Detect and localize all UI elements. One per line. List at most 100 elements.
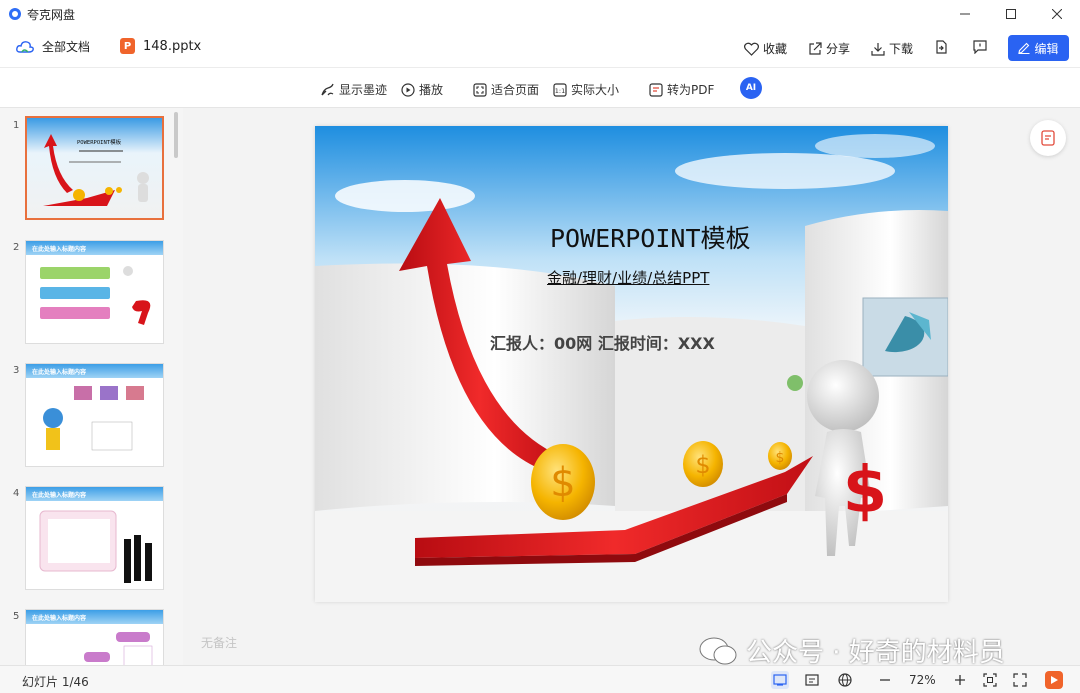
slide-subtitle: 金融/理财/业绩/总结PPT [547,269,710,287]
web-view-toggle[interactable] [836,671,854,689]
pdf-convert-icon [649,82,663,97]
comment-icon [973,40,987,54]
thumbnail-preview-4 [39,510,152,583]
zoom-in-button[interactable] [951,671,969,689]
notes-view-toggle[interactable] [803,671,821,689]
slide-title: POWERPOINT模板 [550,224,751,253]
play-label: 播放 [419,83,444,97]
favorite-label: 收藏 [763,42,788,56]
thumb-number: 3 [13,365,20,376]
slide-reporter-line: 汇报人：00网 汇报时间：XXX [490,334,715,353]
slide-artwork: $ $ $ $ [315,126,948,602]
thumb-number: 1 [13,120,20,131]
zoom-out-button[interactable] [876,671,894,689]
slide-notes[interactable]: 无备注 [201,634,237,651]
play-button[interactable]: 播放 [401,81,443,98]
plus-icon [955,675,965,685]
slideshow-play-button[interactable] [1045,671,1063,689]
heart-icon [744,42,759,56]
wechat-watermark: 公众号 · 好奇的材料员 [698,632,1005,669]
breadcrumb-root-label: 全部文档 [42,40,91,54]
fit-page-button[interactable]: 适合页面 [473,81,539,98]
status-bar: 幻灯片 1/46 72% [0,665,1080,693]
wechat-logo-icon [699,637,737,664]
thumbnail-preview-1: POWERPOINT模板 [27,118,162,218]
ai-assistant-button[interactable]: AI [740,77,762,99]
sync-document-icon [1041,130,1055,146]
slide-thumbnail-4[interactable]: 在此处输入标题内容 [25,486,164,590]
play-icon [401,82,415,97]
actual-size-icon: 1:1 [553,82,567,97]
share-button[interactable]: 分享 [808,40,850,57]
slide-thumbnail-2[interactable]: 在此处输入标题内容 [25,240,164,344]
thumbnail-preview-5 [84,632,153,665]
quark-logo-icon [9,8,21,20]
maximize-button[interactable] [988,0,1034,28]
thumb-number: 2 [13,242,20,253]
pencil-icon [1018,42,1030,54]
thumbnail-preview-3 [43,386,144,451]
actual-size-label: 实际大小 [571,83,620,97]
edit-label: 编辑 [1034,41,1059,56]
to-pdf-button[interactable]: 转为PDF [649,81,714,98]
slide-thumbnail-3[interactable]: 在此处输入标题内容 [25,363,164,467]
sidebar-scrollbar[interactable] [174,112,178,158]
slide-canvas: $ $ $ $ POWERPOINT模板 金融/理财/业绩/总结PPT 汇报人：… [183,108,1080,665]
svg-text:1:1: 1:1 [555,87,565,95]
close-button[interactable] [1034,0,1080,28]
thumb-title: POWERPOINT模板 [77,138,122,146]
share-label: 分享 [826,42,851,56]
minimize-button[interactable] [942,0,988,28]
show-ink-label: 显示墨迹 [339,83,388,97]
globe-icon [838,673,852,687]
svg-text:$: $ [776,450,785,466]
window-controls [942,0,1080,28]
download-label: 下载 [889,42,914,56]
thumbnail-preview-2 [40,266,151,325]
current-slide: $ $ $ $ POWERPOINT模板 金融/理财/业绩/总结PPT 汇报人：… [315,126,948,602]
thumb-number: 5 [13,611,20,622]
export-button[interactable] [934,40,948,54]
title-bar: 夸克网盘 [0,0,1080,28]
slide-view-icon [773,674,787,686]
favorite-button[interactable]: 收藏 [744,40,787,57]
slide-thumbnail-panel: 1 POWERPOINT模板 2 在此处输入标题内容 3 在此处输入标题内容 4… [0,108,183,665]
cloud-icon [16,40,34,53]
fit-page-icon [473,82,487,97]
slide-thumbnail-1[interactable]: POWERPOINT模板 [25,116,164,220]
svg-text:$: $ [550,460,575,506]
zoom-level: 72% [909,673,936,687]
svg-text:$: $ [843,454,888,528]
watermark-text: 公众号 · 好奇的材料员 [746,638,1005,668]
slide-sync-button[interactable] [1030,120,1066,156]
download-button[interactable]: 下载 [871,40,913,57]
fit-page-label: 适合页面 [491,83,540,97]
minimize-icon [960,13,970,15]
minus-icon [880,679,890,681]
download-icon [871,42,885,56]
close-icon [1052,9,1062,19]
share-icon [809,41,822,55]
actual-size-button[interactable]: 1:1 实际大小 [553,81,619,98]
show-ink-button[interactable]: 显示墨迹 [320,81,387,98]
play-icon [1051,676,1058,684]
fullscreen-icon [1013,673,1027,687]
slide-counter: 幻灯片 1/46 [22,675,89,689]
app-title: 夸克网盘 [27,7,76,22]
export-file-icon [936,40,947,54]
fit-window-button[interactable] [981,671,999,689]
pptx-file-icon: P [120,38,135,54]
fullscreen-button[interactable] [1011,671,1029,689]
slide-thumbnail-5[interactable]: 在此处输入标题内容 [25,609,164,665]
app-toolbar: 全部文档 P 148.pptx 收藏 分享 下载 编辑 [0,28,1080,68]
maximize-icon [1006,9,1016,19]
comment-button[interactable] [973,40,987,54]
thumb-number: 4 [13,488,20,499]
edit-button[interactable]: 编辑 [1008,35,1069,61]
slide-view-toggle[interactable] [771,671,789,689]
breadcrumb-file: P 148.pptx [120,38,201,54]
file-name: 148.pptx [143,38,202,54]
breadcrumb-all-docs[interactable]: 全部文档 [16,38,90,55]
svg-text:$: $ [695,451,710,479]
ink-pen-icon [321,83,334,95]
